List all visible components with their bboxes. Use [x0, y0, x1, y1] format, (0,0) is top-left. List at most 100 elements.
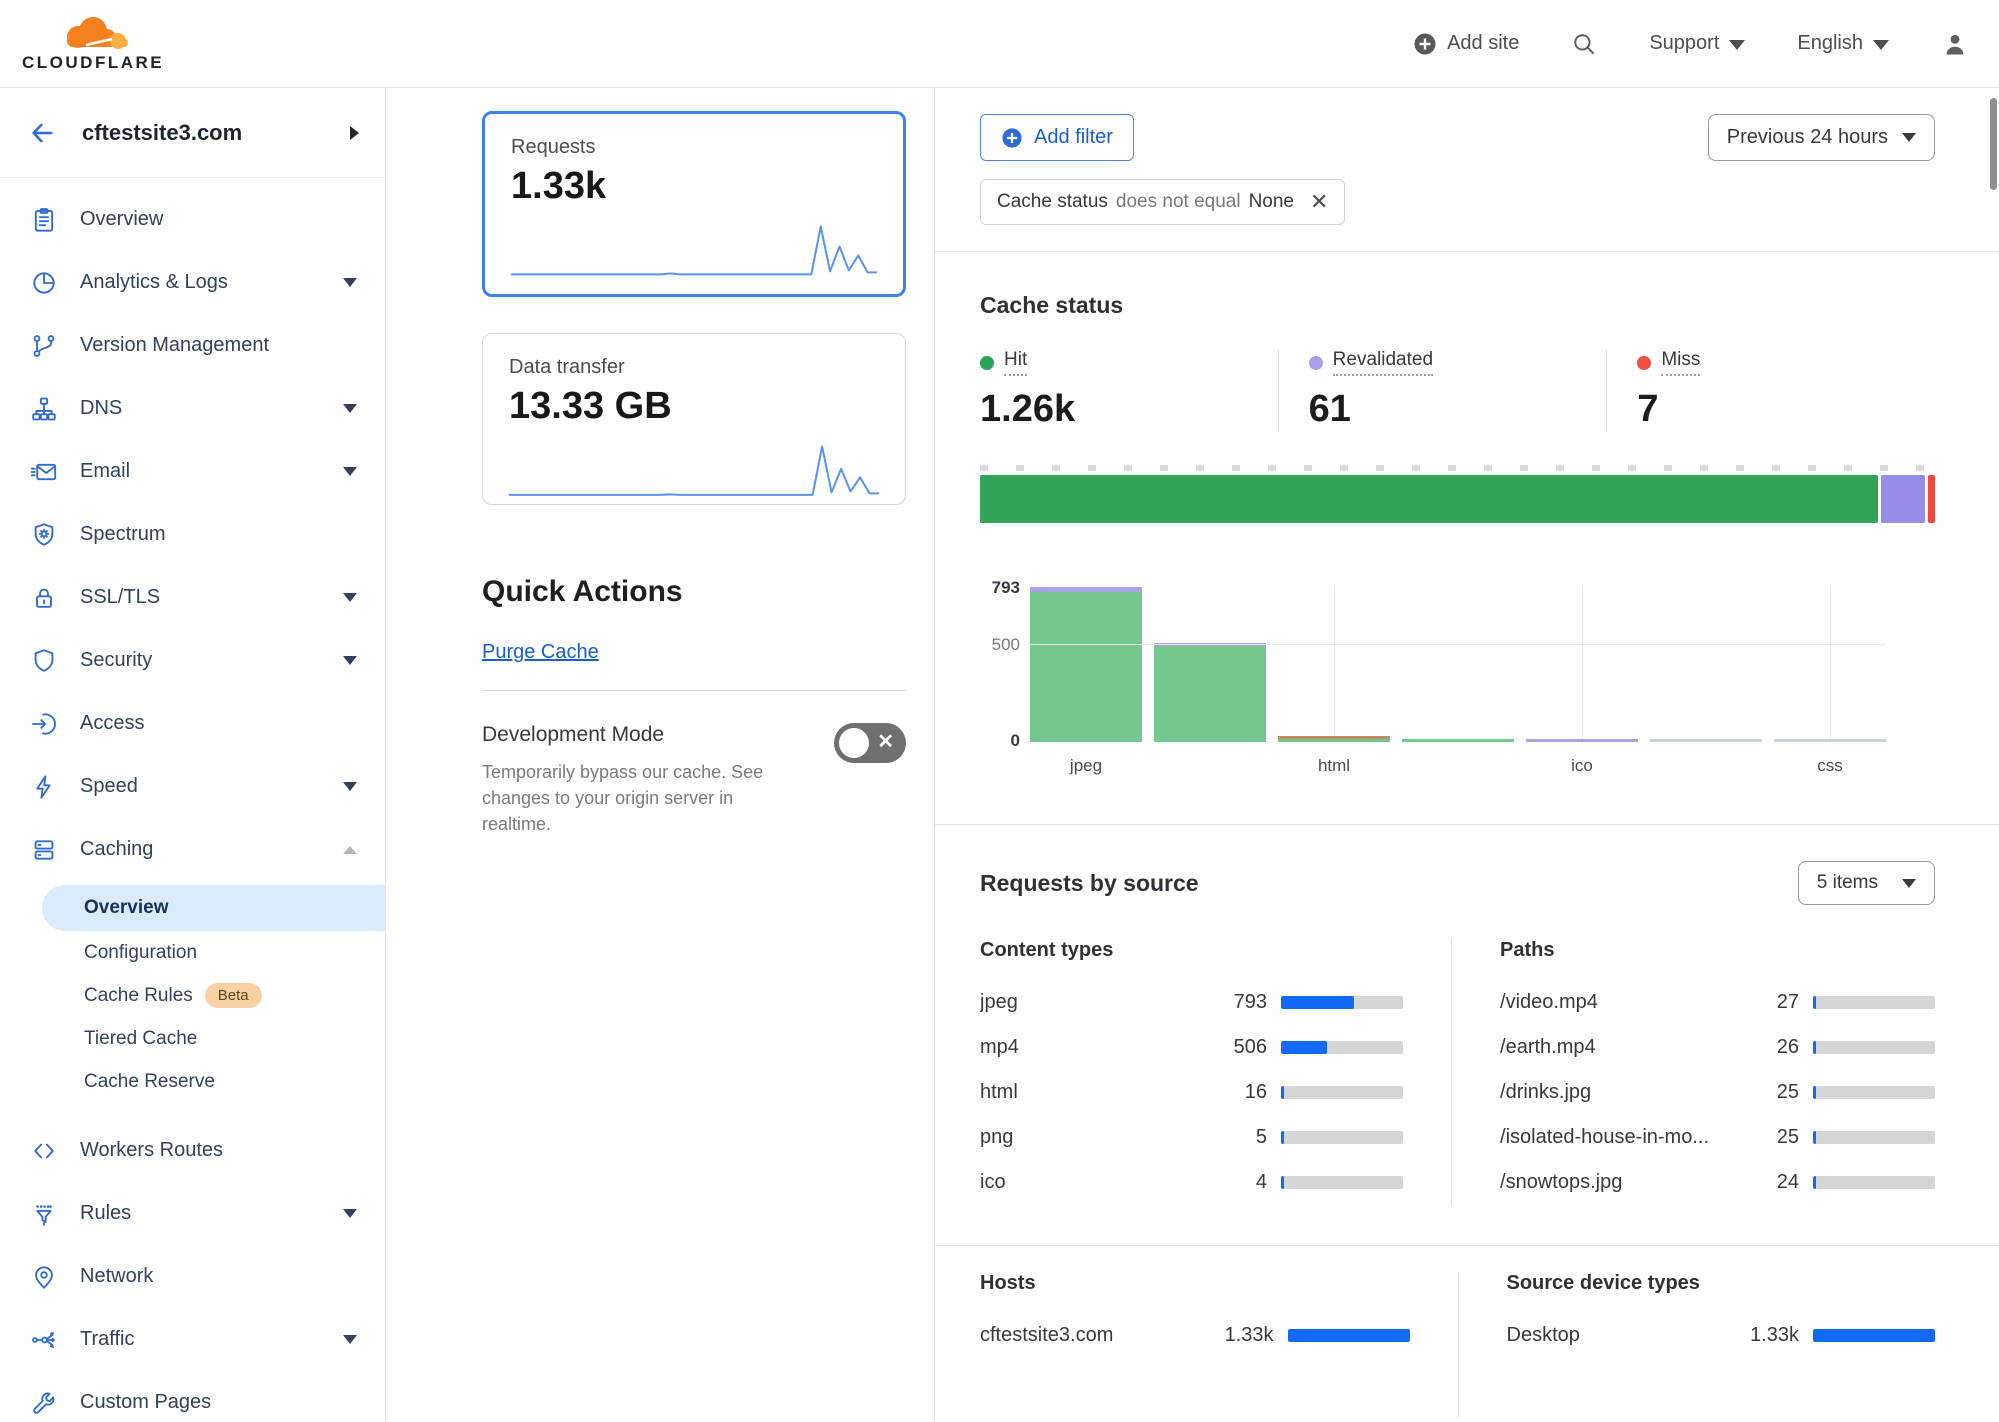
chart-bar-css[interactable] [1774, 739, 1886, 742]
row-label: Desktop [1507, 1324, 1720, 1347]
stat-miss: Miss 7 [1606, 349, 1935, 431]
row-value: 25 [1719, 1126, 1799, 1149]
row-bar-fill [1281, 1176, 1284, 1189]
sidebar-subitem-configuration[interactable]: Configuration [0, 931, 385, 974]
list-item[interactable]: mp4506 [980, 1025, 1403, 1070]
add-site-button[interactable]: Add site [1413, 32, 1519, 56]
hit-value: 1.26k [980, 388, 1278, 431]
support-menu[interactable]: Support [1649, 32, 1745, 55]
chart-bar-html[interactable] [1278, 736, 1390, 742]
revalidated-label[interactable]: Revalidated [1333, 349, 1433, 376]
back-arrow-icon[interactable] [28, 118, 56, 148]
list-item[interactable]: /snowtops.jpg24 [1500, 1160, 1935, 1205]
sidebar-item-email[interactable]: Email [0, 440, 385, 503]
chevron-up-icon [343, 846, 357, 854]
sidebar-item-ssl-tls[interactable]: SSL/TLS [0, 566, 385, 629]
sidebar-item-speed[interactable]: Speed [0, 755, 385, 818]
chevron-down-icon [343, 404, 357, 413]
chart-bar-png[interactable] [1402, 739, 1514, 742]
sidebar-item-caching[interactable]: Caching [0, 818, 385, 881]
row-label: /snowtops.jpg [1500, 1171, 1719, 1194]
remove-filter-icon[interactable]: ✕ [1310, 191, 1328, 213]
sidebar-subitem-overview[interactable]: Overview [42, 885, 385, 931]
chevron-down-icon [343, 656, 357, 665]
hosts-column: Hosts cftestsite3.com1.33k [980, 1272, 1458, 1418]
sidebar: cftestsite3.com Overview Analytics & Log… [0, 88, 386, 1422]
row-bar-fill [1813, 1086, 1816, 1099]
sidebar-nav-bottom: Workers Routes Rules Network Traffic Cus… [0, 1113, 385, 1422]
chevron-right-icon[interactable] [350, 126, 359, 140]
sidebar-item-security[interactable]: Security [0, 629, 385, 692]
row-bar-track [1281, 1041, 1403, 1054]
requests-by-source-section: Requests by source 5 items Content types… [935, 825, 1999, 1246]
purge-cache-link[interactable]: Purge Cache [482, 641, 599, 664]
chart-bar-ico[interactable] [1526, 739, 1638, 742]
sidebar-item-overview[interactable]: Overview [0, 188, 385, 251]
list-item[interactable]: /video.mp427 [1500, 980, 1935, 1025]
sidebar-item-network[interactable]: Network [0, 1245, 385, 1308]
row-label: /isolated-house-in-mo... [1500, 1126, 1719, 1149]
add-filter-button[interactable]: Add filter [980, 114, 1134, 161]
row-label: jpeg [980, 991, 1187, 1014]
development-mode-toggle[interactable]: ✕ [834, 723, 906, 763]
distribution-segment-miss[interactable] [1928, 475, 1935, 523]
scrollbar-thumb[interactable] [1990, 98, 1997, 190]
cloudflare-logo[interactable]: CLOUDFLARE [22, 15, 164, 73]
chevron-down-icon [1873, 40, 1889, 50]
chart-bar-jpeg[interactable] [1030, 587, 1142, 742]
bar-segment-hit [1154, 646, 1266, 742]
list-item[interactable]: Desktop1.33k [1507, 1313, 1936, 1358]
requests-label: Requests [511, 136, 877, 159]
beta-badge: Beta [205, 983, 262, 1008]
distribution-segment-hit[interactable] [980, 475, 1878, 523]
time-range-dropdown[interactable]: Previous 24 hours [1708, 114, 1935, 161]
sidebar-item-access[interactable]: Access [0, 692, 385, 755]
row-bar-track [1281, 996, 1403, 1009]
list-item[interactable]: /drinks.jpg25 [1500, 1070, 1935, 1115]
sidebar-item-dns[interactable]: DNS [0, 377, 385, 440]
list-item[interactable]: html16 [980, 1070, 1403, 1115]
pie-chart-icon [30, 269, 58, 297]
sidebar-subitem-tiered-cache[interactable]: Tiered Cache [0, 1017, 385, 1060]
hit-label[interactable]: Hit [1004, 349, 1027, 376]
paths-title: Paths [1500, 939, 1935, 962]
chart-y-axis: 793 500 0 [980, 587, 1030, 742]
miss-value: 7 [1637, 388, 1935, 431]
list-item[interactable]: png5 [980, 1115, 1403, 1160]
cache-status-bar-chart: 793 500 0 [980, 587, 1935, 742]
sidebar-item-traffic[interactable]: Traffic [0, 1308, 385, 1371]
sidebar-item-analytics[interactable]: Analytics & Logs [0, 251, 385, 314]
funnel-icon [30, 1200, 58, 1228]
sidebar-subitem-cache-reserve[interactable]: Cache Reserve [0, 1060, 385, 1103]
chevron-down-icon [1902, 879, 1916, 888]
cache-status-stats: Hit 1.26k Revalidated 61 Miss 7 [980, 349, 1935, 431]
row-label: /drinks.jpg [1500, 1081, 1719, 1104]
sidebar-subitem-cache-rules[interactable]: Cache Rules Beta [0, 974, 385, 1017]
row-bar-fill [1813, 1329, 1935, 1342]
list-item[interactable]: /earth.mp426 [1500, 1025, 1935, 1070]
sidebar-item-rules[interactable]: Rules [0, 1182, 385, 1245]
items-count-dropdown[interactable]: 5 items [1798, 861, 1935, 905]
row-bar-track [1281, 1086, 1403, 1099]
row-value: 793 [1187, 991, 1267, 1014]
sidebar-item-spectrum[interactable]: Spectrum [0, 503, 385, 566]
list-item[interactable]: ico4 [980, 1160, 1403, 1205]
chart-bar-unlabeled-5[interactable] [1650, 739, 1762, 742]
language-menu[interactable]: English [1797, 32, 1889, 55]
search-icon[interactable] [1571, 31, 1597, 57]
list-item[interactable]: jpeg793 [980, 980, 1403, 1025]
toggle-off-x-icon: ✕ [877, 729, 894, 754]
sidebar-item-workers-routes[interactable]: Workers Routes [0, 1119, 385, 1182]
list-item[interactable]: cftestsite3.com1.33k [980, 1313, 1410, 1358]
requests-metric-card[interactable]: Requests 1.33k [482, 111, 906, 297]
distribution-segment-revalidated[interactable] [1881, 475, 1925, 523]
cloudflare-cloud-icon [50, 15, 136, 55]
user-icon[interactable] [1941, 30, 1969, 58]
miss-label[interactable]: Miss [1661, 349, 1700, 376]
sidebar-item-version-management[interactable]: Version Management [0, 314, 385, 377]
data-transfer-metric-card[interactable]: Data transfer 13.33 GB [482, 333, 906, 505]
sidebar-item-custom-pages[interactable]: Custom Pages [0, 1371, 385, 1422]
list-item[interactable]: /isolated-house-in-mo...25 [1500, 1115, 1935, 1160]
row-value: 16 [1187, 1081, 1267, 1104]
chart-bar-mp4[interactable] [1154, 643, 1266, 742]
